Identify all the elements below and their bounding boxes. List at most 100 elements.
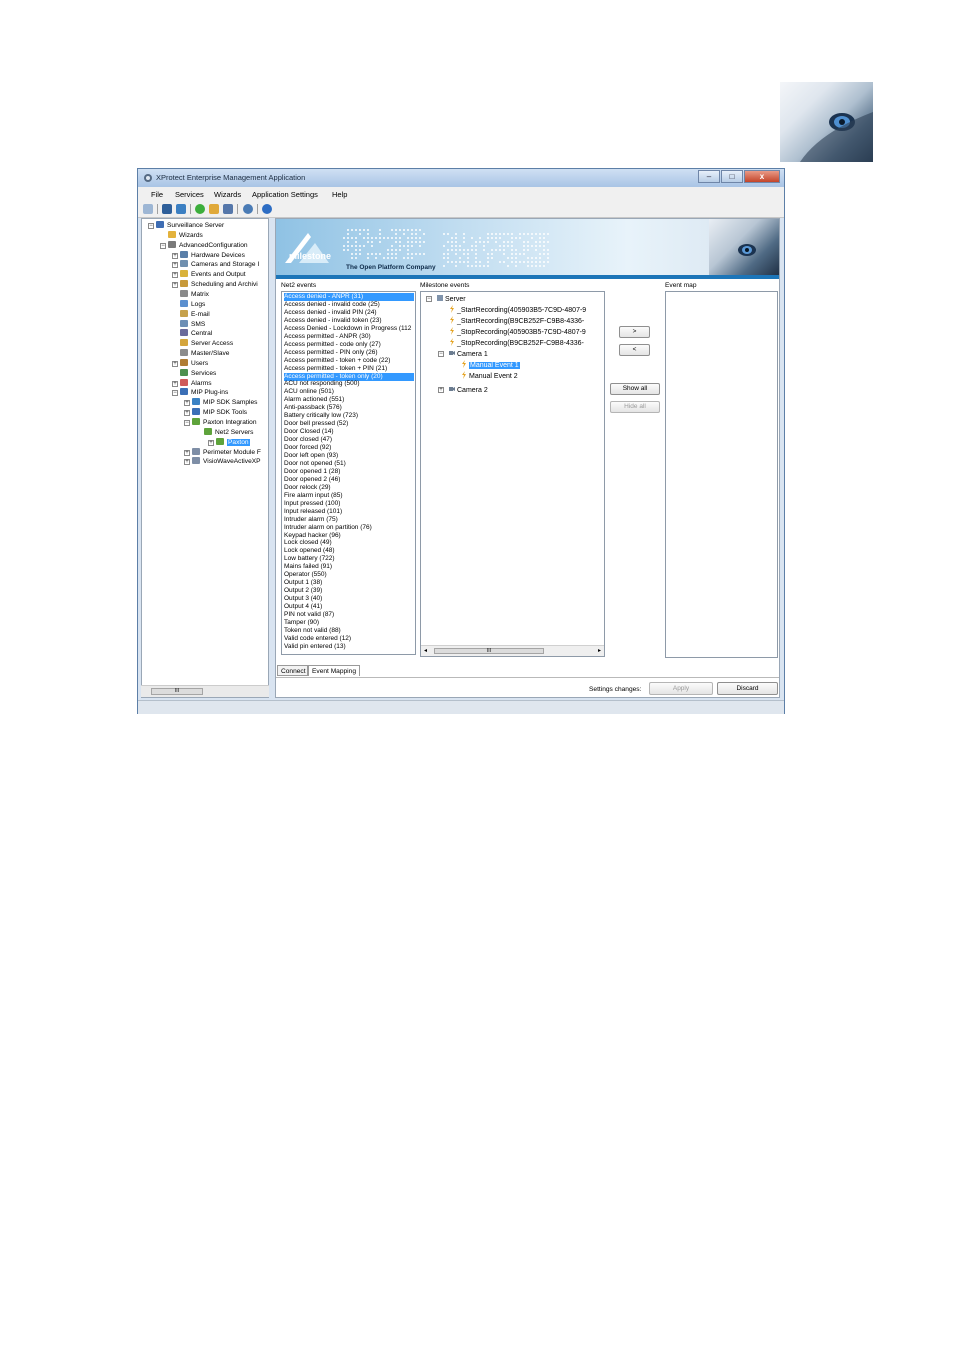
expand-toggle-icon[interactable]: + xyxy=(184,400,190,407)
tree-item[interactable]: Alarms xyxy=(180,378,212,389)
net2-event-item[interactable]: Low battery (722) xyxy=(284,555,335,563)
minimize-button[interactable]: – xyxy=(698,170,720,183)
menu-wizards[interactable]: Wizards xyxy=(214,190,241,199)
tree-item[interactable]: VisioWaveActiveXP xyxy=(192,457,261,467)
milestone-events-tree[interactable]: ◂ III ▸ Server − _StartRecording(405903B5-… xyxy=(420,291,605,657)
tree-item[interactable]: Server Access xyxy=(180,339,233,349)
help-icon[interactable] xyxy=(262,204,272,214)
server-node[interactable]: Server xyxy=(437,294,466,304)
expand-toggle-icon[interactable]: − xyxy=(184,420,190,426)
net2-event-item[interactable]: Valid pin entered (13) xyxy=(284,643,346,651)
tree-item[interactable]: E-mail xyxy=(180,309,210,320)
net2-event-item[interactable]: Door closed (47) xyxy=(284,436,332,444)
event-node[interactable]: Manual Event 1 xyxy=(461,360,520,370)
expand-toggle-icon[interactable]: + xyxy=(438,387,444,393)
net2-event-item[interactable]: Operator (550) xyxy=(284,571,327,579)
save-icon[interactable] xyxy=(162,204,172,214)
net2-event-item[interactable]: Valid code entered (12) xyxy=(284,635,351,643)
add-mapping-button[interactable]: > xyxy=(619,326,650,338)
camera-node[interactable]: Camera 1 xyxy=(449,349,488,359)
net2-event-item[interactable]: Door left open (93) xyxy=(284,452,338,460)
event-node[interactable]: _StartRecording(B9CB252F-C9B8-4336- xyxy=(449,316,584,326)
tree-item[interactable]: MIP SDK Samples xyxy=(192,398,257,408)
export-icon[interactable] xyxy=(223,204,233,214)
tree-horizontal-scrollbar[interactable]: III xyxy=(141,685,269,697)
tree-item[interactable]: SMS xyxy=(180,319,205,330)
net2-events-list[interactable]: Access denied - ANPR (31) Access denied -… xyxy=(281,291,416,655)
expand-toggle-icon[interactable]: + xyxy=(184,459,190,466)
net2-event-item[interactable]: Token not valid (88) xyxy=(284,627,341,635)
expand-toggle-icon[interactable]: + xyxy=(172,360,178,367)
net2-event-item[interactable]: Output 3 (40) xyxy=(284,595,322,603)
net2-event-item[interactable]: Output 4 (41) xyxy=(284,603,322,611)
expand-toggle-icon[interactable]: − xyxy=(426,296,432,302)
milestone-scroll-thumb[interactable]: III xyxy=(434,648,544,654)
expand-toggle-icon[interactable]: − xyxy=(172,390,178,397)
settings-icon[interactable] xyxy=(243,204,253,214)
tree-item[interactable]: Logs xyxy=(180,299,205,310)
tree-item[interactable]: MIP Plug-ins xyxy=(180,388,228,398)
expand-toggle-icon[interactable]: + xyxy=(172,262,178,269)
discard-button[interactable]: Discard xyxy=(717,682,778,695)
expand-toggle-icon[interactable]: + xyxy=(184,449,190,456)
net2-event-item[interactable]: Anti-passback (576) xyxy=(284,404,342,412)
tree-scroll-thumb[interactable]: III xyxy=(151,688,203,695)
back-icon[interactable] xyxy=(143,204,153,214)
tree-item[interactable]: Hardware Devices xyxy=(180,250,245,261)
net2-event-item[interactable]: Access permitted - token + code (22) xyxy=(284,357,390,365)
net2-event-item[interactable]: Lock closed (49) xyxy=(284,539,332,547)
net2-event-item[interactable]: Access permitted - token only (20) xyxy=(284,372,414,381)
expand-toggle-icon[interactable]: + xyxy=(172,282,178,289)
event-node[interactable]: Manual Event 2 xyxy=(461,371,518,381)
tree-item[interactable]: MIP SDK Tools xyxy=(192,408,247,418)
show-all-button[interactable]: Show all xyxy=(610,383,660,395)
navigation-tree[interactable]: Surveillance Server − Wizards AdvancedConfi… xyxy=(141,218,269,698)
scroll-left-arrow-icon[interactable]: ◂ xyxy=(424,647,427,654)
tree-item[interactable]: Perimeter Module F xyxy=(192,447,261,458)
net2-event-item[interactable]: Tamper (90) xyxy=(284,619,319,627)
net2-event-item[interactable]: PIN not valid (87) xyxy=(284,611,334,619)
event-node[interactable]: _StartRecording(405903B5-7C9D-4807-9 xyxy=(449,305,586,315)
tab-connect[interactable]: Connect xyxy=(277,665,308,676)
event-map-list[interactable] xyxy=(665,291,778,658)
net2-event-item[interactable]: Access denied - ANPR (31) xyxy=(284,293,414,301)
tree-item[interactable]: Paxton Integration xyxy=(192,418,257,428)
tree-item[interactable]: Wizards xyxy=(168,230,203,241)
net2-event-item[interactable]: Battery critically low (723) xyxy=(284,412,358,420)
net2-event-item[interactable]: Access permitted - code only (27) xyxy=(284,341,381,349)
expand-toggle-icon[interactable]: + xyxy=(184,410,190,417)
net2-event-item[interactable]: Input pressed (100) xyxy=(284,500,340,508)
expand-toggle-icon[interactable]: + xyxy=(172,380,178,387)
net2-event-item[interactable]: Access Denied - Lockdown in Progress (11… xyxy=(284,325,411,333)
tree-item[interactable]: Surveillance Server xyxy=(156,221,224,231)
tree-item[interactable]: Scheduling and Archivi xyxy=(180,280,258,290)
open-folder-icon[interactable] xyxy=(209,204,219,214)
net2-event-item[interactable]: Fire alarm input (85) xyxy=(284,492,343,500)
camera-node[interactable]: Camera 2 xyxy=(449,385,488,395)
net2-event-item[interactable]: Keypad hacker (96) xyxy=(284,532,341,540)
tree-item[interactable]: Matrix xyxy=(180,289,209,300)
tree-item[interactable]: Events and Output xyxy=(180,270,246,280)
net2-event-item[interactable]: Door Closed (14) xyxy=(284,428,334,436)
net2-event-item[interactable]: Mains failed (91) xyxy=(284,563,332,571)
net2-event-item[interactable]: Access permitted - token + PIN (21) xyxy=(284,365,387,373)
save-all-icon[interactable] xyxy=(176,204,186,214)
net2-event-item[interactable]: Access denied - invalid PIN (24) xyxy=(284,309,377,317)
expand-toggle-icon[interactable]: + xyxy=(172,272,178,279)
event-node[interactable]: _StopRecording(405903B5-7C9D-4807-9 xyxy=(449,327,586,337)
expand-toggle-icon[interactable]: − xyxy=(148,223,154,229)
net2-event-item[interactable]: Input released (101) xyxy=(284,508,342,516)
menu-help[interactable]: Help xyxy=(332,190,347,199)
net2-event-item[interactable]: Door bell pressed (52) xyxy=(284,420,348,428)
expand-toggle-icon[interactable]: − xyxy=(160,242,166,249)
apply-button[interactable]: Apply xyxy=(649,682,713,695)
net2-event-item[interactable]: Access permitted - ANPR (30) xyxy=(284,333,371,341)
expand-toggle-icon[interactable]: + xyxy=(172,252,178,259)
tree-item[interactable]: Users xyxy=(180,358,208,369)
net2-event-item[interactable]: Lock opened (48) xyxy=(284,547,335,555)
expand-toggle-icon[interactable]: − xyxy=(438,351,444,357)
tree-item[interactable]: Cameras and Storage I xyxy=(180,260,259,270)
tab-event-mapping[interactable]: Event Mapping xyxy=(308,665,360,676)
net2-event-item[interactable]: Intruder alarm on partition (76) xyxy=(284,524,372,532)
expand-toggle-icon[interactable]: + xyxy=(208,439,214,446)
